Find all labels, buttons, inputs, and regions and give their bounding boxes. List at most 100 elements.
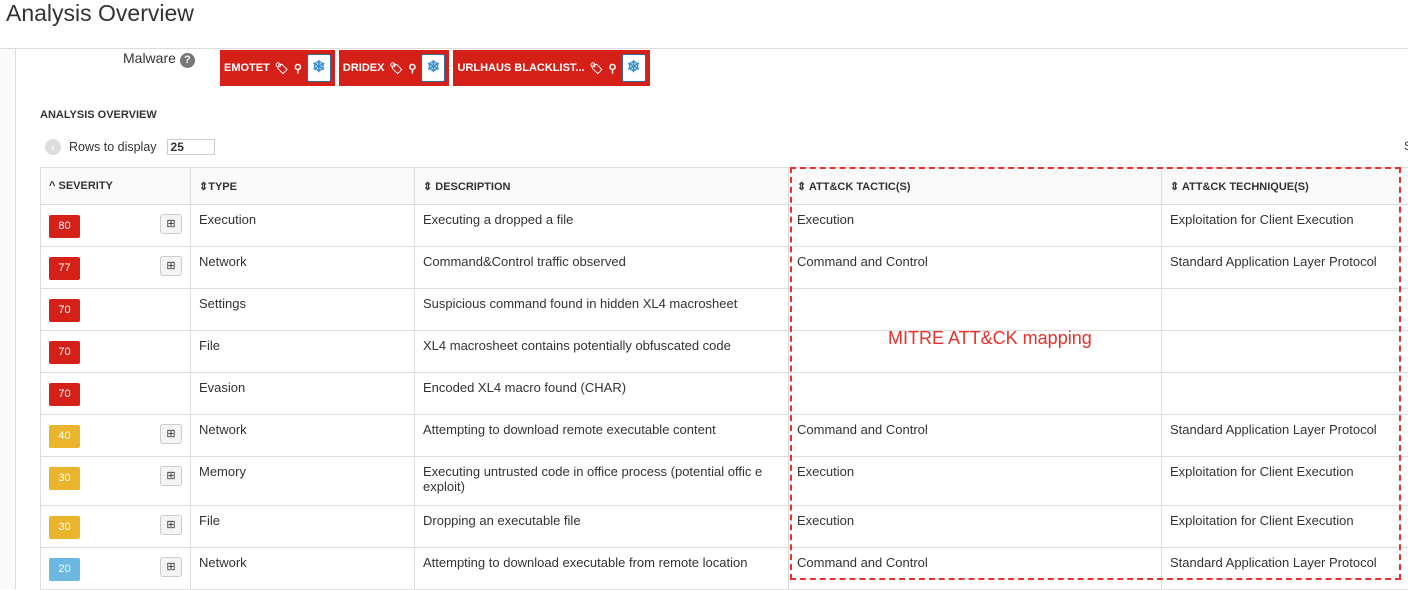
column-severity[interactable]: ^ SEVERITY xyxy=(41,168,191,205)
snowflake-icon[interactable]: ❄ xyxy=(307,54,331,82)
left-sidebar xyxy=(0,49,16,589)
type-cell: File xyxy=(191,506,415,548)
column-label: ATT&CK TACTIC(S) xyxy=(809,181,911,193)
severity-badge: 70 xyxy=(49,341,80,364)
type-cell: Settings xyxy=(191,289,415,331)
type-cell: Execution xyxy=(191,205,415,247)
tag-icon[interactable]: 🏷 xyxy=(275,62,289,75)
tag-icon[interactable]: 🏷 xyxy=(389,62,403,75)
type-cell: Network xyxy=(191,548,415,590)
description-cell: Executing a dropped a file xyxy=(415,205,789,247)
column-label: DESCRIPTION xyxy=(435,181,510,193)
type-cell: File xyxy=(191,331,415,373)
analysis-table: ^ SEVERITY ⇕TYPE ⇕ DESCRIPTION ⇕ ATT&CK … xyxy=(40,167,1408,590)
windows-icon: ⊞ xyxy=(160,515,182,535)
tactic-cell xyxy=(789,373,1162,415)
windows-icon: ⊞ xyxy=(160,214,182,234)
column-label: ATT&CK TECHNIQUE(S) xyxy=(1182,181,1309,193)
technique-cell xyxy=(1162,289,1408,331)
technique-cell xyxy=(1162,331,1408,373)
severity-cell: 20 ⊞ xyxy=(41,548,191,590)
severity-cell: 30 ⊞ xyxy=(41,506,191,548)
description-cell: Attempting to download remote executable… xyxy=(415,415,789,457)
table-row[interactable]: 70 File XL4 macrosheet contains potentia… xyxy=(41,331,1408,373)
malware-label: Malware? xyxy=(123,50,195,68)
windows-icon: ⊞ xyxy=(160,466,182,486)
technique-cell: Exploitation for Client Execution xyxy=(1162,457,1408,506)
tactic-cell: Command and Control xyxy=(789,548,1162,590)
technique-cell: Standard Application Layer Protocol xyxy=(1162,548,1408,590)
severity-badge: 20 xyxy=(49,558,80,581)
type-cell: Evasion xyxy=(191,373,415,415)
table-row[interactable]: 30 ⊞ File Dropping an executable file Exe… xyxy=(41,506,1408,548)
type-cell: Memory xyxy=(191,457,415,506)
malware-label-text: Malware xyxy=(123,50,176,66)
tactic-cell: Execution xyxy=(789,457,1162,506)
malware-tag[interactable]: EMOTET 🏷 ⚲ ❄ xyxy=(220,50,335,86)
help-icon[interactable]: ? xyxy=(180,53,195,68)
column-tactic[interactable]: ⇕ ATT&CK TACTIC(S) xyxy=(789,168,1162,205)
table-row[interactable]: 80 ⊞ Execution Executing a dropped a file… xyxy=(41,205,1408,247)
severity-badge: 70 xyxy=(49,383,80,406)
column-technique[interactable]: ⇕ ATT&CK TECHNIQUE(S) xyxy=(1162,168,1408,205)
snowflake-icon[interactable]: ❄ xyxy=(421,54,445,82)
malware-tag[interactable]: URLHAUS BLACKLIST... 🏷 ⚲ ❄ xyxy=(453,50,649,86)
tactic-cell: Execution xyxy=(789,205,1162,247)
description-cell: Command&Control traffic observed xyxy=(415,247,789,289)
table-row[interactable]: 40 ⊞ Network Attempting to download remot… xyxy=(41,415,1408,457)
severity-cell: 70 xyxy=(41,373,191,415)
search-icon[interactable]: ⚲ xyxy=(609,62,617,75)
technique-cell: Standard Application Layer Protocol xyxy=(1162,415,1408,457)
severity-badge: 40 xyxy=(49,425,80,448)
description-cell: Suspicious command found in hidden XL4 m… xyxy=(415,289,789,331)
page-title: Analysis Overview xyxy=(6,0,194,27)
tag-name: URLHAUS BLACKLIST... xyxy=(457,62,584,74)
search-label: S xyxy=(1404,139,1408,153)
description-cell: Attempting to download executable from r… xyxy=(415,548,789,590)
description-cell: Encoded XL4 macro found (CHAR) xyxy=(415,373,789,415)
column-type[interactable]: ⇕TYPE xyxy=(191,168,415,205)
rows-input[interactable]: 25 xyxy=(167,139,215,155)
rows-to-display: ‹ Rows to display 25 xyxy=(45,139,215,155)
severity-cell: 40 ⊞ xyxy=(41,415,191,457)
malware-tags: EMOTET 🏷 ⚲ ❄ DRIDEX 🏷 ⚲ ❄ URLHAUS BLACKLIST... 🏷 ⚲… xyxy=(220,50,650,86)
severity-cell: 77 ⊞ xyxy=(41,247,191,289)
severity-badge: 77 xyxy=(49,257,80,280)
table-row[interactable]: 30 ⊞ Memory Executing untrusted code in o… xyxy=(41,457,1408,506)
snowflake-icon[interactable]: ❄ xyxy=(622,54,646,82)
severity-badge: 80 xyxy=(49,215,80,238)
tactic-cell xyxy=(789,289,1162,331)
malware-tag[interactable]: DRIDEX 🏷 ⚲ ❄ xyxy=(339,50,450,86)
tactic-cell: Command and Control xyxy=(789,415,1162,457)
description-cell: Dropping an executable file xyxy=(415,506,789,548)
description-cell: Executing untrusted code in office proce… xyxy=(415,457,789,506)
severity-cell: 80 ⊞ xyxy=(41,205,191,247)
severity-badge: 30 xyxy=(49,516,80,539)
table-row[interactable]: 70 Evasion Encoded XL4 macro found (CHAR… xyxy=(41,373,1408,415)
table-row[interactable]: 77 ⊞ Network Command&Control traffic obse… xyxy=(41,247,1408,289)
type-cell: Network xyxy=(191,415,415,457)
search-icon[interactable]: ⚲ xyxy=(294,62,302,75)
severity-badge: 70 xyxy=(49,299,80,322)
search-icon[interactable]: ⚲ xyxy=(408,62,416,75)
windows-icon: ⊞ xyxy=(160,424,182,444)
section-title: ANALYSIS OVERVIEW xyxy=(40,109,157,121)
severity-badge: 30 xyxy=(49,467,80,490)
type-cell: Network xyxy=(191,247,415,289)
table-row[interactable]: 70 Settings Suspicious command found in … xyxy=(41,289,1408,331)
tactic-cell: Command and Control xyxy=(789,247,1162,289)
windows-icon: ⊞ xyxy=(160,256,182,276)
tactic-cell: Execution xyxy=(789,506,1162,548)
column-description[interactable]: ⇕ DESCRIPTION xyxy=(415,168,789,205)
tag-name: EMOTET xyxy=(224,62,270,74)
tag-name: DRIDEX xyxy=(343,62,385,74)
chevron-left-icon[interactable]: ‹ xyxy=(45,139,61,155)
severity-cell: 30 ⊞ xyxy=(41,457,191,506)
column-label: SEVERITY xyxy=(58,180,112,192)
table-row[interactable]: 20 ⊞ Network Attempting to download execu… xyxy=(41,548,1408,590)
tag-icon[interactable]: 🏷 xyxy=(590,62,604,75)
windows-icon: ⊞ xyxy=(160,557,182,577)
divider xyxy=(0,48,1408,49)
rows-label: Rows to display xyxy=(69,140,157,154)
annotation-label: MITRE ATT&CK mapping xyxy=(888,328,1092,349)
